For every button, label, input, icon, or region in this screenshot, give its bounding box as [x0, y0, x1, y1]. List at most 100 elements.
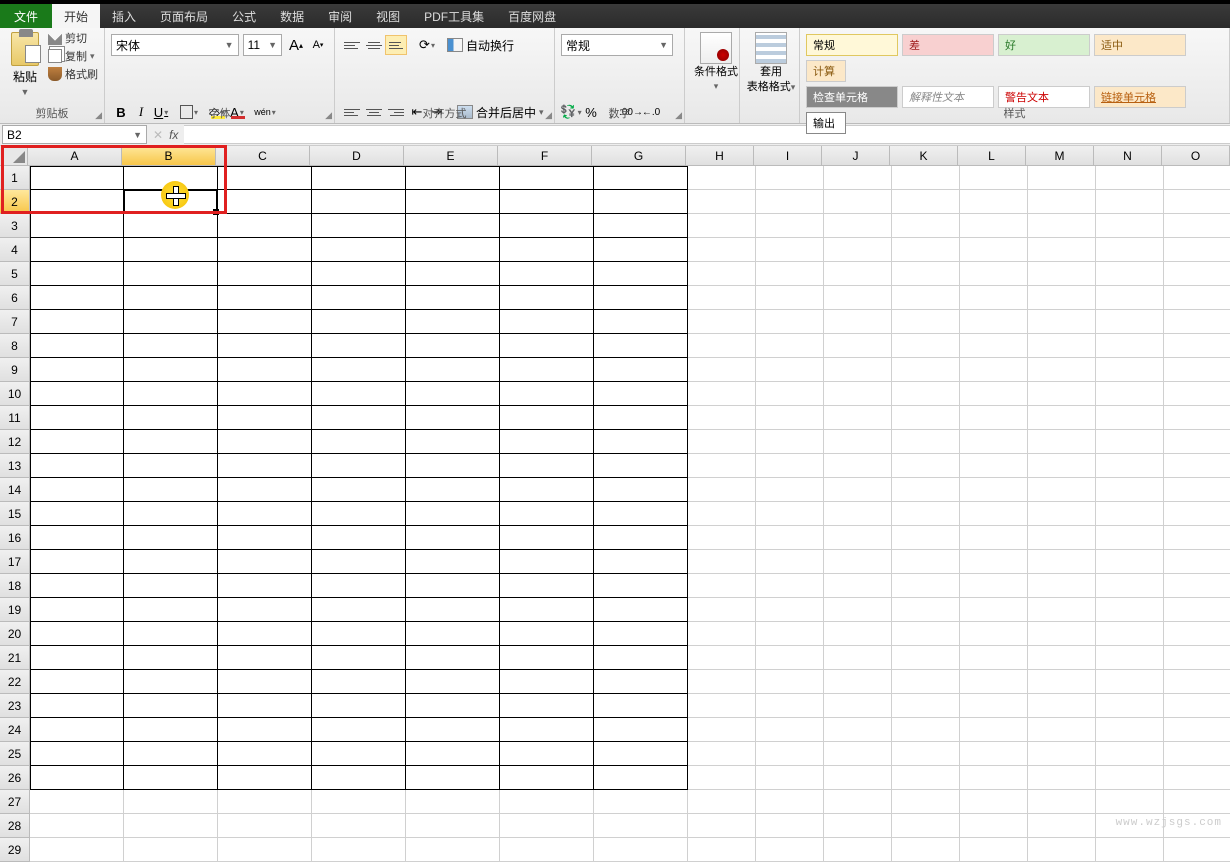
cell-F12[interactable]: [500, 430, 594, 454]
cell-G5[interactable]: [594, 262, 688, 286]
cell-L10[interactable]: [960, 382, 1028, 406]
cell-C29[interactable]: [218, 838, 312, 862]
cell-B6[interactable]: [124, 286, 218, 310]
cell-A3[interactable]: [30, 214, 124, 238]
cell-J11[interactable]: [824, 406, 892, 430]
cell-F18[interactable]: [500, 574, 594, 598]
cell-N3[interactable]: [1096, 214, 1164, 238]
cell-J7[interactable]: [824, 310, 892, 334]
cell-C22[interactable]: [218, 670, 312, 694]
cell-J15[interactable]: [824, 502, 892, 526]
cell-D2[interactable]: [312, 190, 406, 214]
cell-L8[interactable]: [960, 334, 1028, 358]
col-header-J[interactable]: J: [822, 146, 890, 166]
cell-I26[interactable]: [756, 766, 824, 790]
cell-K23[interactable]: [892, 694, 960, 718]
cell-K18[interactable]: [892, 574, 960, 598]
col-header-L[interactable]: L: [958, 146, 1026, 166]
cell-I23[interactable]: [756, 694, 824, 718]
cell-D26[interactable]: [312, 766, 406, 790]
cell-I29[interactable]: [756, 838, 824, 862]
row-header-5[interactable]: 5: [0, 262, 30, 286]
cell-D4[interactable]: [312, 238, 406, 262]
row-header-2[interactable]: 2: [0, 190, 30, 214]
cell-I7[interactable]: [756, 310, 824, 334]
cell-D8[interactable]: [312, 334, 406, 358]
cell-N21[interactable]: [1096, 646, 1164, 670]
cell-G8[interactable]: [594, 334, 688, 358]
col-header-M[interactable]: M: [1026, 146, 1094, 166]
cell-F1[interactable]: [500, 166, 594, 190]
cell-A20[interactable]: [30, 622, 124, 646]
cell-B2[interactable]: [124, 190, 218, 214]
cell-C16[interactable]: [218, 526, 312, 550]
cell-G26[interactable]: [594, 766, 688, 790]
cell-G3[interactable]: [594, 214, 688, 238]
cell-G1[interactable]: [594, 166, 688, 190]
cell-J2[interactable]: [824, 190, 892, 214]
cell-B22[interactable]: [124, 670, 218, 694]
cell-M1[interactable]: [1028, 166, 1096, 190]
cell-F5[interactable]: [500, 262, 594, 286]
cell-J8[interactable]: [824, 334, 892, 358]
cell-J9[interactable]: [824, 358, 892, 382]
cell-H4[interactable]: [688, 238, 756, 262]
cell-E17[interactable]: [406, 550, 500, 574]
cell-A8[interactable]: [30, 334, 124, 358]
cell-M7[interactable]: [1028, 310, 1096, 334]
cell-I21[interactable]: [756, 646, 824, 670]
cell-F17[interactable]: [500, 550, 594, 574]
cell-K10[interactable]: [892, 382, 960, 406]
cell-H13[interactable]: [688, 454, 756, 478]
cell-O27[interactable]: [1164, 790, 1230, 814]
align-middle-button[interactable]: [363, 35, 385, 55]
cell-J20[interactable]: [824, 622, 892, 646]
number-format-combo[interactable]: 常规▼: [561, 34, 673, 56]
cell-O9[interactable]: [1164, 358, 1230, 382]
cell-M6[interactable]: [1028, 286, 1096, 310]
cell-J25[interactable]: [824, 742, 892, 766]
cell-L5[interactable]: [960, 262, 1028, 286]
table-format-button[interactable]: 套用 表格格式▾: [746, 30, 796, 94]
cell-M15[interactable]: [1028, 502, 1096, 526]
col-header-H[interactable]: H: [686, 146, 754, 166]
cell-O10[interactable]: [1164, 382, 1230, 406]
tab-pdf[interactable]: PDF工具集: [412, 4, 496, 28]
cell-M9[interactable]: [1028, 358, 1096, 382]
cell-N13[interactable]: [1096, 454, 1164, 478]
cell-G16[interactable]: [594, 526, 688, 550]
cell-J21[interactable]: [824, 646, 892, 670]
cell-N2[interactable]: [1096, 190, 1164, 214]
cell-M8[interactable]: [1028, 334, 1096, 358]
cell-N19[interactable]: [1096, 598, 1164, 622]
cell-I3[interactable]: [756, 214, 824, 238]
cell-D3[interactable]: [312, 214, 406, 238]
cell-M16[interactable]: [1028, 526, 1096, 550]
cell-I24[interactable]: [756, 718, 824, 742]
cell-E20[interactable]: [406, 622, 500, 646]
cell-I20[interactable]: [756, 622, 824, 646]
row-header-8[interactable]: 8: [0, 334, 30, 358]
row-header-20[interactable]: 20: [0, 622, 30, 646]
cell-A6[interactable]: [30, 286, 124, 310]
tab-baidu[interactable]: 百度网盘: [496, 4, 568, 28]
cell-A7[interactable]: [30, 310, 124, 334]
cell-L2[interactable]: [960, 190, 1028, 214]
cell-E21[interactable]: [406, 646, 500, 670]
cell-O11[interactable]: [1164, 406, 1230, 430]
cell-C7[interactable]: [218, 310, 312, 334]
cell-O16[interactable]: [1164, 526, 1230, 550]
cell-H6[interactable]: [688, 286, 756, 310]
cell-C3[interactable]: [218, 214, 312, 238]
cell-H19[interactable]: [688, 598, 756, 622]
cell-K29[interactable]: [892, 838, 960, 862]
cell-F26[interactable]: [500, 766, 594, 790]
cell-B5[interactable]: [124, 262, 218, 286]
cell-B27[interactable]: [124, 790, 218, 814]
cell-C8[interactable]: [218, 334, 312, 358]
tab-file[interactable]: 文件: [0, 4, 52, 28]
cell-G6[interactable]: [594, 286, 688, 310]
orientation-button[interactable]: ⟳▾: [417, 34, 437, 56]
cell-H3[interactable]: [688, 214, 756, 238]
cell-D15[interactable]: [312, 502, 406, 526]
